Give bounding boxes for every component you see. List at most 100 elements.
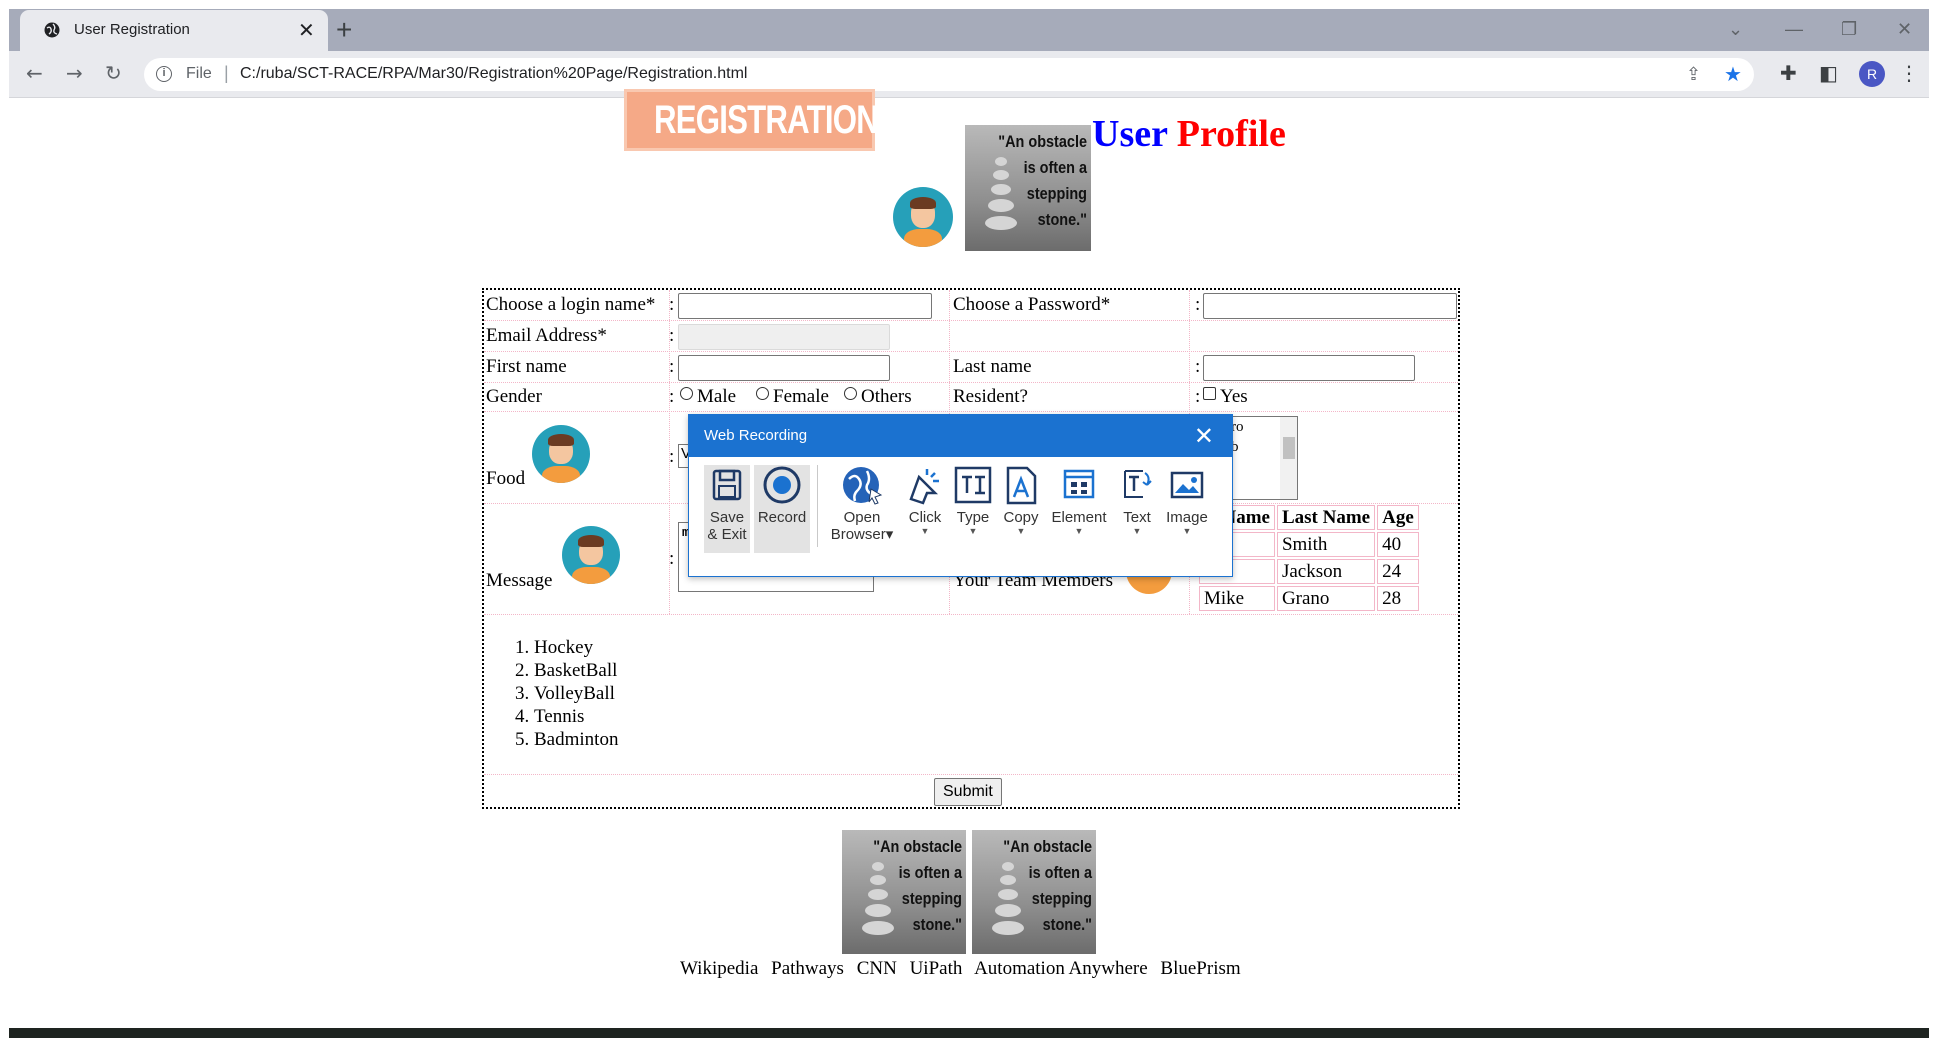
record-icon bbox=[763, 466, 801, 504]
colon: : bbox=[669, 386, 675, 407]
password-input[interactable] bbox=[1203, 293, 1457, 319]
open-browser-label-line2: Browser▾ bbox=[830, 526, 894, 543]
first-name-input[interactable] bbox=[678, 355, 890, 381]
footer-links: Wikipedia Pathways CNN UiPath Automation… bbox=[680, 958, 1249, 980]
globe-icon bbox=[44, 22, 60, 38]
menu-icon[interactable]: ⋮ bbox=[1899, 61, 1919, 85]
link-cnn[interactable]: CNN bbox=[857, 958, 897, 979]
image-icon bbox=[1170, 471, 1204, 499]
table-cell: Mike bbox=[1199, 586, 1275, 611]
browser-chrome: User Registration ✕ + ⌄ — ❐ ✕ ← → ↻ i Fi… bbox=[9, 9, 1929, 98]
chevron-down-icon: ▼ bbox=[1132, 526, 1142, 536]
table-cell: 40 bbox=[1377, 532, 1419, 557]
table-cell: Jackson bbox=[1276, 559, 1376, 584]
reload-icon[interactable]: ↻ bbox=[105, 61, 122, 85]
browser-toolbar: ← → ↻ i File | C:/ruba/SCT-RACE/RPA/Mar3… bbox=[9, 51, 1929, 98]
address-bar[interactable]: i File | C:/ruba/SCT-RACE/RPA/Mar30/Regi… bbox=[144, 58, 1754, 91]
browser-tab[interactable]: User Registration ✕ bbox=[20, 10, 328, 51]
share-icon[interactable]: ⇪ bbox=[1686, 64, 1701, 85]
table-row: Mike Grano 28 bbox=[1199, 586, 1419, 611]
toolbar-divider bbox=[817, 465, 818, 547]
list-item: Tennis bbox=[534, 705, 618, 728]
message-label: Message bbox=[486, 570, 553, 591]
restore-icon[interactable]: ❐ bbox=[1841, 19, 1857, 40]
radio-button[interactable] bbox=[844, 387, 857, 400]
record-label: Record bbox=[757, 509, 807, 526]
email-input[interactable] bbox=[678, 324, 890, 350]
copy-button[interactable]: Copy ▼ bbox=[999, 465, 1043, 536]
close-icon[interactable]: ✕ bbox=[1194, 422, 1214, 451]
info-icon[interactable]: i bbox=[156, 66, 172, 82]
bookmark-star-icon[interactable]: ★ bbox=[1724, 62, 1742, 86]
colon: : bbox=[1195, 356, 1201, 377]
profile-avatar[interactable]: R bbox=[1859, 61, 1885, 87]
quote-text: "An obstacle is often a stepping stone." bbox=[873, 837, 962, 934]
gender-label: Gender bbox=[486, 386, 542, 407]
type-label: Type bbox=[956, 509, 990, 526]
open-browser-label-line1: Open bbox=[843, 509, 881, 526]
tab-search-icon[interactable]: ⌄ bbox=[1728, 19, 1743, 40]
link-automation-anywhere[interactable]: Automation Anywhere bbox=[974, 958, 1148, 979]
email-label: Email Address* bbox=[486, 325, 607, 346]
click-icon bbox=[909, 469, 939, 505]
url-separator: | bbox=[224, 63, 229, 83]
list-item: Badminton bbox=[534, 728, 618, 751]
gender-others-option[interactable]: Others bbox=[844, 386, 912, 408]
gender-male-option[interactable]: Male bbox=[680, 386, 736, 408]
link-wikipedia[interactable]: Wikipedia bbox=[680, 958, 758, 979]
chevron-down-icon: ▼ bbox=[1074, 526, 1084, 536]
submit-button[interactable]: Submit bbox=[934, 778, 1002, 806]
text-button[interactable]: Text ▼ bbox=[1115, 465, 1159, 536]
avatar-image bbox=[893, 187, 953, 247]
record-button[interactable]: Record bbox=[754, 465, 810, 526]
extensions-icon[interactable]: ✚ bbox=[1780, 61, 1797, 85]
listbox[interactable]: ro b bbox=[1228, 416, 1298, 500]
close-window-icon[interactable]: ✕ bbox=[1897, 19, 1912, 40]
radio-button[interactable] bbox=[680, 387, 693, 400]
table-cell: Smith bbox=[1276, 532, 1376, 557]
colon: : bbox=[669, 548, 675, 569]
tab-strip: User Registration ✕ + ⌄ — ❐ ✕ bbox=[9, 9, 1929, 51]
login-name-input[interactable] bbox=[678, 293, 932, 319]
listbox-scrollbar[interactable] bbox=[1280, 417, 1297, 499]
back-icon[interactable]: ← bbox=[26, 61, 43, 85]
click-button[interactable]: Click ▼ bbox=[903, 465, 947, 536]
quote-image: "An obstacle is often a stepping stone." bbox=[965, 125, 1091, 251]
column-header: Last Name bbox=[1276, 505, 1376, 530]
element-button[interactable]: Element ▼ bbox=[1047, 465, 1111, 536]
gender-female-option[interactable]: Female bbox=[756, 386, 829, 408]
list-item: VolleyBall bbox=[534, 682, 618, 705]
image-button[interactable]: Image ▼ bbox=[1161, 465, 1213, 536]
chevron-down-icon: ▼ bbox=[1016, 526, 1026, 536]
gender-male-label: Male bbox=[697, 386, 737, 407]
password-label: Choose a Password* bbox=[953, 294, 1111, 315]
resident-yes-label: Yes bbox=[1220, 386, 1248, 407]
link-blueprism[interactable]: BluePrism bbox=[1160, 958, 1240, 979]
title-user: User bbox=[1092, 113, 1168, 155]
copy-icon bbox=[1006, 466, 1037, 505]
url-scheme: File bbox=[186, 65, 212, 82]
resident-yes-option[interactable]: Yes bbox=[1203, 386, 1248, 408]
url-text[interactable]: C:/ruba/SCT-RACE/RPA/Mar30/Registration%… bbox=[240, 65, 747, 83]
checkbox[interactable] bbox=[1203, 387, 1216, 400]
last-name-input[interactable] bbox=[1203, 355, 1415, 381]
quote-image: "An obstacle is often a stepping stone." bbox=[842, 830, 966, 954]
save-icon bbox=[712, 469, 742, 501]
dialog-title: Web Recording bbox=[704, 427, 808, 444]
image-label: Image bbox=[1166, 509, 1208, 526]
colon: : bbox=[669, 446, 675, 467]
click-label: Click bbox=[908, 509, 942, 526]
chevron-down-icon: ▼ bbox=[1182, 526, 1192, 536]
gender-female-label: Female bbox=[773, 386, 829, 407]
type-button[interactable]: Type ▼ bbox=[951, 465, 995, 536]
forward-icon[interactable]: → bbox=[66, 61, 83, 85]
radio-button[interactable] bbox=[756, 387, 769, 400]
open-browser-button[interactable]: Open Browser▾ bbox=[827, 465, 897, 543]
side-panel-icon[interactable]: ◧ bbox=[1819, 61, 1838, 85]
link-uipath[interactable]: UiPath bbox=[910, 958, 963, 979]
minimize-icon[interactable]: — bbox=[1785, 19, 1803, 40]
save-exit-button[interactable]: Save & Exit bbox=[704, 465, 750, 543]
new-tab-button[interactable]: + bbox=[336, 14, 352, 46]
close-tab-icon[interactable]: ✕ bbox=[298, 18, 315, 43]
link-pathways[interactable]: Pathways bbox=[771, 958, 844, 979]
